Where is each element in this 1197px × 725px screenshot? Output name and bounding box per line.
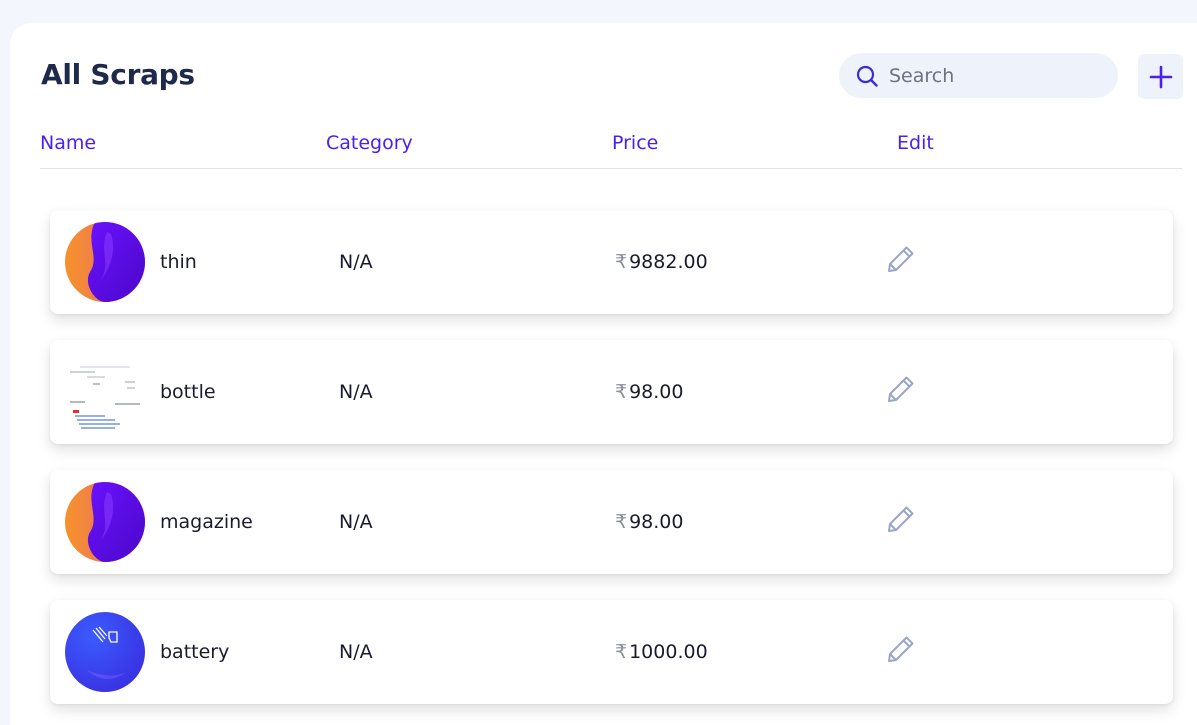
price-value: 9882.00 <box>629 251 708 273</box>
scrap-price: ₹98.00 <box>615 381 684 403</box>
table-row[interactable]: magazine N/A ₹98.00 <box>50 470 1173 574</box>
pencil-icon[interactable] <box>885 243 917 275</box>
plus-icon <box>1149 65 1172 88</box>
scrap-category: N/A <box>339 641 373 663</box>
scrap-name: magazine <box>160 511 253 533</box>
scrap-category: N/A <box>339 251 373 273</box>
column-header-edit: Edit <box>897 132 934 154</box>
rupee-icon: ₹ <box>615 511 628 533</box>
search-bar[interactable] <box>839 53 1118 98</box>
table-row[interactable]: thin N/A ₹9882.00 <box>50 210 1173 314</box>
scrap-category: N/A <box>339 381 373 403</box>
search-input[interactable] <box>889 64 1089 87</box>
page-title: All Scraps <box>41 58 195 91</box>
price-value: 1000.00 <box>629 641 708 663</box>
scrap-price: ₹98.00 <box>615 511 684 533</box>
scrap-price: ₹9882.00 <box>615 251 708 273</box>
search-icon <box>856 65 878 87</box>
table-row[interactable]: battery N/A ₹1000.00 <box>50 600 1173 704</box>
pencil-icon[interactable] <box>885 373 917 405</box>
pencil-icon[interactable] <box>885 633 917 665</box>
pencil-icon[interactable] <box>885 503 917 535</box>
scrap-thumbnail <box>65 482 145 562</box>
scrap-thumbnail <box>65 222 145 302</box>
table-row[interactable]: bottle N/A ₹98.00 <box>50 340 1173 444</box>
column-header-price[interactable]: Price <box>612 132 658 154</box>
rupee-icon: ₹ <box>615 381 628 403</box>
rupee-icon: ₹ <box>615 641 628 663</box>
scrap-price: ₹1000.00 <box>615 641 708 663</box>
main-panel: All Scraps Name Category Price Edit <box>10 23 1197 725</box>
column-header-category[interactable]: Category <box>326 132 413 154</box>
scrap-thumbnail <box>65 612 145 692</box>
rupee-icon: ₹ <box>615 251 628 273</box>
scrap-name: bottle <box>160 381 216 403</box>
column-header-name[interactable]: Name <box>40 132 96 154</box>
scrap-thumbnail <box>65 352 145 432</box>
price-value: 98.00 <box>629 511 684 533</box>
scrap-name: thin <box>160 251 197 273</box>
scrap-name: battery <box>160 641 230 663</box>
table-header: Name Category Price Edit <box>40 130 1182 169</box>
price-value: 98.00 <box>629 381 684 403</box>
scrap-category: N/A <box>339 511 373 533</box>
add-scrap-button[interactable] <box>1138 54 1183 99</box>
